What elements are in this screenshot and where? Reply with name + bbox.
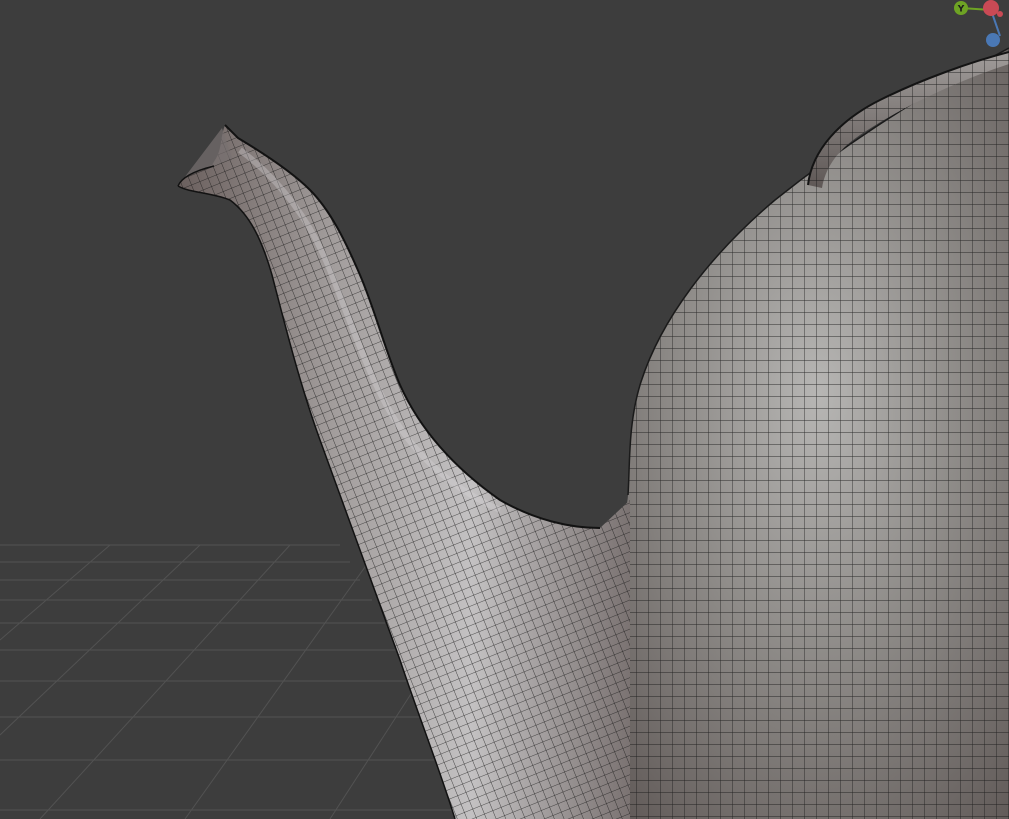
gizmo-axis-y-label: Y — [957, 5, 965, 15]
navigation-gizmo[interactable]: Y — [949, 0, 1009, 52]
gizmo-axis-x[interactable] — [983, 0, 1003, 17]
teapot-spout[interactable] — [177, 124, 630, 819]
3d-viewport[interactable]: Y — [0, 0, 1009, 819]
gizmo-axis-y[interactable]: Y — [954, 1, 968, 15]
viewport-scene[interactable] — [0, 0, 1009, 819]
gizmo-axis-z[interactable] — [986, 33, 1000, 47]
